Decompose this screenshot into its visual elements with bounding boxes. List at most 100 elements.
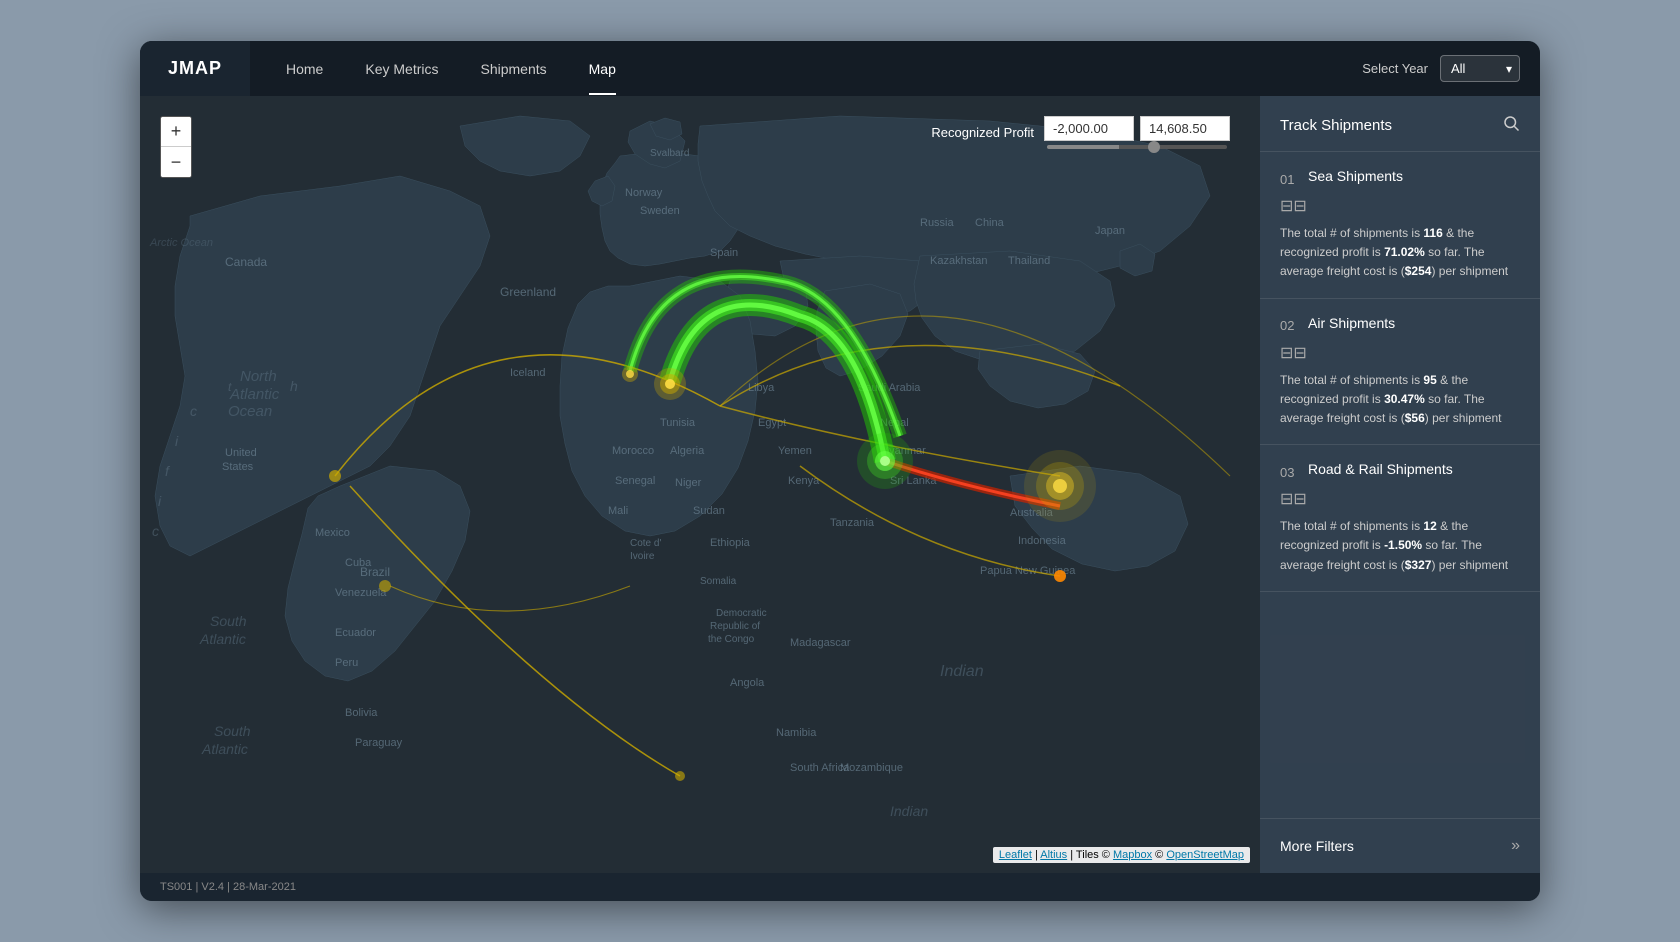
svg-text:Ecuador: Ecuador: [335, 627, 376, 639]
nav-shipments[interactable]: Shipments: [464, 43, 562, 95]
svg-text:Peru: Peru: [335, 657, 358, 669]
attr-leaflet[interactable]: Leaflet: [999, 849, 1032, 861]
svg-text:Tunisia: Tunisia: [660, 417, 696, 429]
svg-text:United: United: [225, 447, 257, 459]
rail-type: Road & Rail Shipments: [1308, 461, 1453, 477]
svg-text:Sudan: Sudan: [693, 505, 725, 517]
svg-text:Sweden: Sweden: [640, 205, 680, 217]
profit-filter: Recognized Profit: [931, 116, 1230, 149]
panel-title: Track Shipments: [1280, 117, 1392, 134]
svg-text:Atlantic: Atlantic: [229, 386, 280, 403]
svg-text:Iceland: Iceland: [510, 367, 545, 379]
right-panel: Track Shipments 01 Sea Shipments ⊟⊟ The …: [1260, 96, 1540, 873]
logo: JMAP: [168, 58, 222, 79]
air-desc: The total # of shipments is 95 & the rec…: [1280, 371, 1520, 429]
zoom-controls: + −: [160, 116, 192, 178]
panel-header: Track Shipments: [1260, 96, 1540, 152]
sea-pct: 71.02%: [1384, 245, 1425, 259]
profit-min-input[interactable]: [1044, 116, 1134, 141]
nav-home[interactable]: Home: [270, 43, 339, 95]
sea-desc: The total # of shipments is 116 & the re…: [1280, 224, 1520, 282]
svg-text:Svalbard: Svalbard: [650, 148, 689, 159]
zoom-in-button[interactable]: +: [161, 117, 191, 147]
svg-text:Indian: Indian: [940, 663, 984, 680]
svg-text:Mexico: Mexico: [315, 527, 350, 539]
footer: TS001 | V2.4 | 28-Mar-2021: [140, 873, 1540, 901]
svg-text:Norway: Norway: [625, 187, 663, 199]
svg-text:Greenland: Greenland: [500, 285, 556, 299]
year-select-wrapper: All 2020 2021 2019: [1440, 55, 1520, 82]
svg-text:Cuba: Cuba: [345, 557, 372, 569]
svg-text:Paraguay: Paraguay: [355, 737, 403, 749]
svg-text:the Congo: the Congo: [708, 634, 755, 645]
sea-count: 116: [1423, 226, 1442, 240]
sea-number: 01: [1280, 172, 1300, 187]
svg-text:South: South: [210, 613, 247, 629]
year-select[interactable]: All 2020 2021 2019: [1440, 55, 1520, 82]
air-shipments-item: 02 Air Shipments ⊟⊟ The total # of shipm…: [1260, 299, 1540, 446]
logo-box: JMAP: [140, 41, 250, 96]
rail-number: 03: [1280, 465, 1300, 480]
rail-count: 12: [1423, 519, 1436, 533]
svg-text:Russia: Russia: [920, 217, 955, 229]
svg-text:Atlantic: Atlantic: [199, 631, 246, 647]
zoom-out-button[interactable]: −: [161, 147, 191, 177]
map-area: Canada United States Mexico Venezuela Ec…: [140, 96, 1260, 873]
air-type: Air Shipments: [1308, 315, 1395, 331]
profit-max-input[interactable]: [1140, 116, 1230, 141]
sea-cost: $254: [1405, 264, 1432, 278]
svg-text:Morocco: Morocco: [612, 445, 654, 457]
svg-text:Namibia: Namibia: [776, 727, 817, 739]
header: JMAP Home Key Metrics Shipments Map Sele…: [140, 41, 1540, 96]
more-filters-arrow-icon: »: [1511, 837, 1520, 855]
svg-text:Ethiopia: Ethiopia: [710, 537, 751, 549]
svg-text:Niger: Niger: [675, 477, 702, 489]
svg-text:South: South: [214, 723, 251, 739]
svg-text:Spain: Spain: [710, 247, 738, 259]
app-frame: JMAP Home Key Metrics Shipments Map Sele…: [140, 41, 1540, 901]
nav-key-metrics[interactable]: Key Metrics: [349, 43, 454, 95]
sea-shipments-item: 01 Sea Shipments ⊟⊟ The total # of shipm…: [1260, 152, 1540, 299]
svg-text:Venezuela: Venezuela: [335, 587, 387, 599]
svg-text:China: China: [975, 217, 1005, 229]
svg-text:Japan: Japan: [1095, 225, 1125, 237]
map-background: Canada United States Mexico Venezuela Ec…: [140, 96, 1260, 873]
world-map-svg: Canada United States Mexico Venezuela Ec…: [140, 96, 1260, 873]
svg-text:Bolivia: Bolivia: [345, 707, 378, 719]
air-header-row: 02 Air Shipments: [1280, 315, 1520, 337]
rail-desc: The total # of shipments is 12 & the rec…: [1280, 517, 1520, 575]
attr-separator3: ©: [1155, 849, 1166, 861]
svg-text:Mozambique: Mozambique: [840, 762, 903, 774]
attr-mapbox[interactable]: Mapbox: [1113, 849, 1152, 861]
profit-inputs: [1044, 116, 1230, 141]
svg-text:h: h: [290, 378, 298, 394]
svg-text:Mali: Mali: [608, 505, 628, 517]
svg-text:Republic of: Republic of: [710, 621, 760, 632]
more-filters-button[interactable]: More Filters »: [1260, 818, 1540, 873]
air-number: 02: [1280, 318, 1300, 333]
svg-text:Canada: Canada: [225, 255, 267, 269]
attr-altius[interactable]: Altius: [1040, 849, 1067, 861]
main-content: Canada United States Mexico Venezuela Ec…: [140, 96, 1540, 873]
attr-separator2: | Tiles ©: [1070, 849, 1113, 861]
svg-text:Angola: Angola: [730, 677, 765, 689]
search-icon[interactable]: [1502, 114, 1520, 137]
nav-map[interactable]: Map: [573, 43, 632, 95]
rail-cost: $327: [1405, 558, 1432, 572]
svg-text:Ivoire: Ivoire: [630, 551, 655, 562]
air-count: 95: [1423, 373, 1436, 387]
profit-range-slider[interactable]: [1047, 145, 1227, 149]
air-icon: ⊟⊟: [1280, 343, 1520, 363]
profit-label: Recognized Profit: [931, 125, 1034, 140]
svg-text:North: North: [240, 368, 277, 385]
map-attribution: Leaflet | Altius | Tiles © Mapbox © Open…: [993, 847, 1250, 863]
svg-text:Cote d': Cote d': [630, 538, 661, 549]
sea-header-row: 01 Sea Shipments: [1280, 168, 1520, 190]
attr-osm[interactable]: OpenStreetMap: [1166, 849, 1244, 861]
rail-shipments-item: 03 Road & Rail Shipments ⊟⊟ The total # …: [1260, 445, 1540, 592]
rail-icon: ⊟⊟: [1280, 489, 1520, 509]
rail-pct: -1.50%: [1384, 538, 1422, 552]
more-filters-label: More Filters: [1280, 838, 1354, 854]
rail-header-row: 03 Road & Rail Shipments: [1280, 461, 1520, 483]
svg-text:Thailand: Thailand: [1008, 255, 1050, 267]
